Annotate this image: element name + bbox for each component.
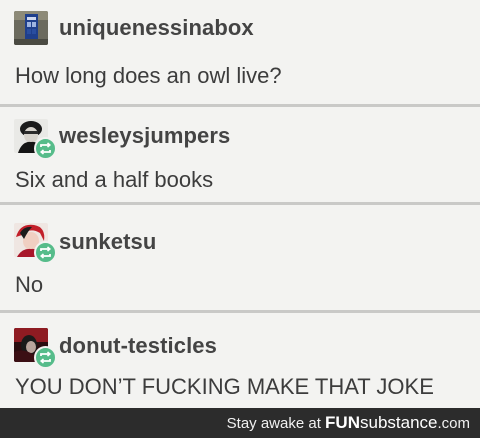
reblog-icon <box>34 137 57 160</box>
post-text: No <box>15 272 44 297</box>
post-sunketsu: sunketsu No <box>0 203 480 311</box>
username[interactable]: donut-testicles <box>59 333 217 359</box>
username[interactable]: wesleysjumpers <box>59 123 230 149</box>
avatar[interactable] <box>14 223 57 264</box>
post-text: YOU DON’T FUCKING MAKE THAT JOKE <box>15 374 434 399</box>
reblog-icon <box>34 241 57 264</box>
post-uniquenessinabox: uniquenessinabox How long does an owl li… <box>0 0 480 105</box>
avatar[interactable] <box>14 328 57 369</box>
avatar[interactable] <box>14 11 48 45</box>
post-text: How long does an owl live? <box>15 63 282 88</box>
post-wesleysjumpers: wesleysjumpers Six and a half books <box>0 105 480 203</box>
watermark-prefix: Stay awake at <box>226 415 326 432</box>
brand-sub: substance <box>359 413 438 432</box>
tardis-avatar-icon <box>14 11 48 45</box>
post-text: Six and a half books <box>15 167 214 192</box>
avatar[interactable] <box>14 119 57 160</box>
username[interactable]: uniquenessinabox <box>59 15 254 41</box>
username[interactable]: sunketsu <box>59 229 156 255</box>
brand-fun: FUN <box>325 413 360 432</box>
reblog-thread: uniquenessinabox How long does an owl li… <box>0 0 480 408</box>
watermark-suffix: .com <box>437 415 470 432</box>
post-donut-testicles: donut-testicles YOU DON’T FUCKING MAKE T… <box>0 311 480 408</box>
reblog-icon <box>34 346 57 369</box>
watermark-text: Stay awake at FUNsubstance.com <box>227 413 470 433</box>
watermark-bar: Stay awake at FUNsubstance.com <box>0 408 480 438</box>
